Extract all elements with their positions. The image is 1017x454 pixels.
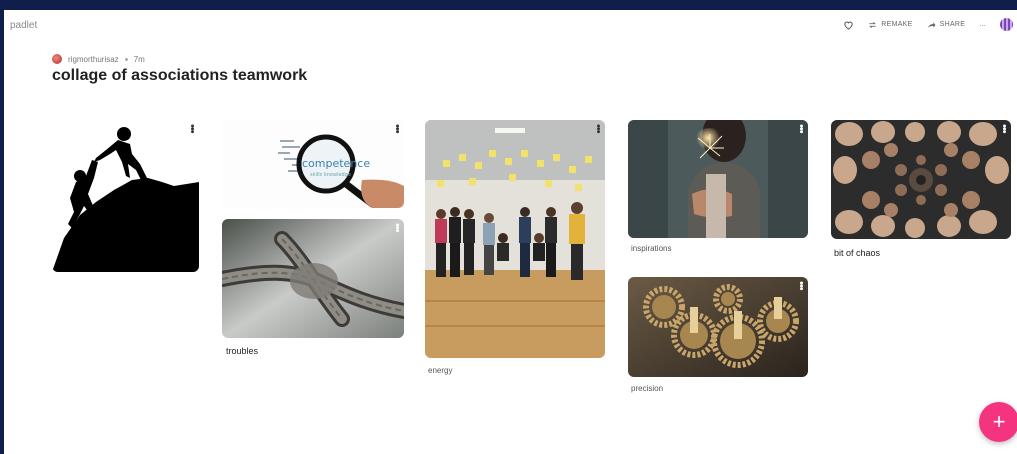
- post-time: 7m: [133, 54, 145, 64]
- remake-label: REMAKE: [881, 21, 913, 28]
- card-menu-icon[interactable]: •••: [592, 122, 604, 134]
- card-energy[interactable]: •••: [425, 120, 605, 358]
- author-avatar: [52, 54, 62, 64]
- card-caption-inspirations: inspirations: [631, 244, 672, 253]
- card-caption-precision: precision: [631, 384, 664, 393]
- heart-icon: [844, 21, 853, 30]
- card-chaos[interactable]: •••: [831, 120, 1011, 239]
- card-menu-icon[interactable]: •••: [391, 221, 403, 233]
- share-button[interactable]: SHARE: [927, 21, 966, 29]
- climbing-silhouette-image: [52, 127, 199, 272]
- card-caption-chaos: bit of chaos: [834, 248, 881, 258]
- like-button[interactable]: [843, 20, 854, 30]
- card-menu-icon[interactable]: •••: [391, 122, 403, 134]
- post-meta: rigmorthurisaz 7m: [52, 54, 145, 64]
- card-precision[interactable]: •••: [628, 277, 808, 377]
- remake-button[interactable]: REMAKE: [868, 21, 912, 29]
- user-avatar[interactable]: [1000, 18, 1013, 31]
- author-name[interactable]: rigmorthurisaz: [68, 55, 119, 64]
- top-actions: REMAKE SHARE ...: [843, 18, 1013, 31]
- board-title: collage of associations teamwork: [52, 67, 308, 84]
- plus-icon: +: [992, 409, 1006, 434]
- card-menu-icon[interactable]: •••: [795, 122, 807, 134]
- card-menu-icon[interactable]: •••: [795, 279, 807, 291]
- more-dots-icon: ...: [979, 21, 986, 28]
- padlet-page: padlet REMAKE SHARE ... rigmorthurisaz 7…: [4, 10, 1017, 454]
- share-label: SHARE: [939, 21, 966, 28]
- svg-text:skills knowledge: skills knowledge: [310, 172, 351, 178]
- rope-knot-image: [222, 219, 404, 338]
- group-photo-image: [425, 120, 605, 358]
- svg-text:competence: competence: [302, 157, 370, 170]
- card-climb[interactable]: •••: [52, 120, 199, 272]
- card-troubles[interactable]: •••: [222, 219, 404, 338]
- card-caption-energy: energy: [428, 366, 453, 375]
- remake-icon: [869, 21, 877, 28]
- card-menu-icon[interactable]: •••: [998, 122, 1010, 134]
- brand-logo[interactable]: padlet: [10, 20, 37, 31]
- card-inspirations[interactable]: •••: [628, 120, 808, 238]
- separator-dot: [124, 57, 128, 61]
- magnifier-word-cloud-image: competence skills knowledge: [222, 120, 404, 208]
- more-button[interactable]: ...: [979, 21, 986, 28]
- top-bar: padlet REMAKE SHARE ...: [4, 10, 1017, 42]
- gears-photo-image: [628, 277, 808, 377]
- card-menu-icon[interactable]: •••: [186, 122, 198, 134]
- card-caption-troubles: troubles: [226, 346, 259, 356]
- card-competence[interactable]: competence skills knowledge •••: [222, 120, 404, 208]
- sparkler-photo-image: [628, 120, 808, 238]
- add-post-button[interactable]: +: [979, 402, 1017, 442]
- face-collage-image: [831, 120, 1011, 239]
- share-icon: [927, 21, 936, 28]
